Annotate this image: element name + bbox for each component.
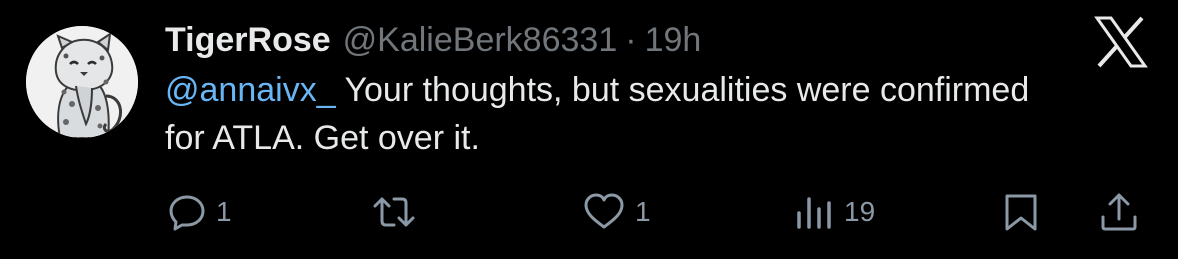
repost-icon xyxy=(373,197,415,227)
timestamp[interactable]: 19h xyxy=(645,16,702,64)
views-icon xyxy=(797,197,831,229)
mention-link[interactable]: @annaivx_ xyxy=(165,71,336,109)
bookmark-button[interactable] xyxy=(1002,186,1040,238)
separator-dot: · xyxy=(625,21,637,59)
snow-leopard-icon xyxy=(26,26,138,138)
heart-icon xyxy=(584,193,624,229)
views-button[interactable]: 19 xyxy=(794,186,875,238)
display-name[interactable]: TigerRose xyxy=(165,16,331,64)
like-button[interactable]: 1 xyxy=(583,186,651,238)
x-logo-icon[interactable] xyxy=(1094,16,1148,68)
reply-icon xyxy=(169,195,205,231)
reply-count: 1 xyxy=(216,196,232,227)
share-button[interactable] xyxy=(1098,186,1140,238)
action-bar: 1 1 19 xyxy=(0,186,1178,238)
user-handle[interactable]: @KalieBerk86331 xyxy=(343,16,618,64)
view-count: 19 xyxy=(844,196,876,227)
bookmark-icon xyxy=(1005,194,1037,231)
tweet-text: @annaivx_ Your thoughts, but sexualities… xyxy=(165,66,1065,162)
share-icon xyxy=(1101,193,1137,231)
tweet-card[interactable]: TigerRose @KalieBerk86331 · 19h @annaivx… xyxy=(0,0,1178,259)
tweet-header: TigerRose @KalieBerk86331 · 19h xyxy=(165,16,701,64)
reply-button[interactable]: 1 xyxy=(168,186,232,238)
repost-button[interactable] xyxy=(372,186,426,238)
avatar[interactable] xyxy=(26,26,138,138)
like-count: 1 xyxy=(635,196,651,227)
